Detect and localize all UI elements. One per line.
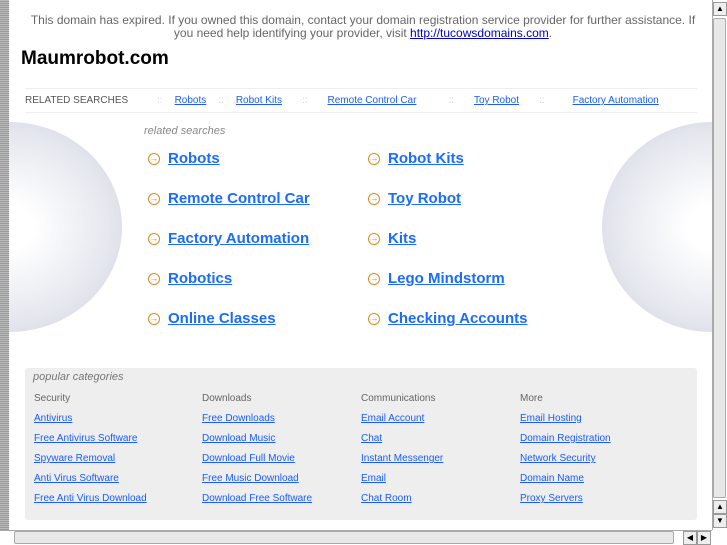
domain-title: Maumrobot.com <box>21 48 169 69</box>
category-link[interactable]: Chat Room <box>361 489 443 509</box>
arrow-icon: → <box>368 272 380 285</box>
category-link[interactable]: Free Music Download <box>202 469 312 489</box>
separator: :: <box>218 95 224 106</box>
bar-link[interactable]: Remote Control Car <box>328 95 417 106</box>
category-link[interactable]: Chat <box>361 429 443 449</box>
category-link[interactable]: Instant Messenger <box>361 449 443 469</box>
category-column: More Email Hosting Domain Registration N… <box>520 389 611 509</box>
related-link[interactable]: Robotics <box>168 270 232 287</box>
related-link[interactable]: Online Classes <box>168 310 276 327</box>
category-link[interactable]: Email Hosting <box>520 409 611 429</box>
related-item[interactable]: → Toy Robot <box>368 190 461 207</box>
bar-link[interactable]: Toy Robot <box>474 95 519 106</box>
category-link[interactable]: Free Antivirus Software <box>34 429 147 449</box>
vertical-scroll-thumb[interactable] <box>713 18 726 498</box>
horizontal-scroll-thumb[interactable] <box>14 531 674 544</box>
scroll-up-icon[interactable]: ▲ <box>713 500 727 514</box>
separator: :: <box>448 95 454 106</box>
category-column: Communications Email Account Chat Instan… <box>361 389 443 509</box>
related-item[interactable]: → Checking Accounts <box>368 310 527 327</box>
arrow-icon: → <box>148 192 160 205</box>
related-bar-label: RELATED SEARCHES <box>25 95 129 106</box>
decorative-circle-left <box>9 122 122 332</box>
category-column: Downloads Free Downloads Download Music … <box>202 389 312 509</box>
related-searches-title: related searches <box>144 125 226 137</box>
related-item[interactable]: → Kits <box>368 230 416 247</box>
decorative-circle-right <box>602 122 712 332</box>
separator: :: <box>157 95 163 106</box>
popular-title: popular categories <box>33 371 124 383</box>
arrow-icon: → <box>148 272 160 285</box>
related-link[interactable]: Toy Robot <box>388 190 461 207</box>
related-item[interactable]: → Remote Control Car <box>148 190 310 207</box>
arrow-icon: → <box>148 312 160 325</box>
arrow-icon: → <box>368 312 380 325</box>
category-link[interactable]: Antivirus <box>34 409 147 429</box>
scroll-right-icon[interactable]: ▶ <box>697 531 711 545</box>
expired-notice: This domain has expired. If you owned th… <box>22 14 704 40</box>
window-edge <box>0 0 9 530</box>
related-link[interactable]: Lego Mindstorm <box>388 270 505 287</box>
column-heading: More <box>520 393 543 404</box>
related-item[interactable]: → Factory Automation <box>148 230 309 247</box>
category-link[interactable]: Download Free Software <box>202 489 312 509</box>
category-link[interactable]: Free Anti Virus Download <box>34 489 147 509</box>
notice-end: . <box>548 26 553 40</box>
related-link[interactable]: Remote Control Car <box>168 190 310 207</box>
related-item[interactable]: → Lego Mindstorm <box>368 270 505 287</box>
scroll-left-icon[interactable]: ◀ <box>683 531 697 545</box>
arrow-icon: → <box>148 152 160 165</box>
arrow-icon: → <box>148 232 160 245</box>
category-link[interactable]: Proxy Servers <box>520 489 611 509</box>
category-link[interactable]: Download Full Movie <box>202 449 312 469</box>
category-column: Security Antivirus Free Antivirus Softwa… <box>34 389 147 509</box>
related-link[interactable]: Kits <box>388 230 416 247</box>
related-link[interactable]: Factory Automation <box>168 230 309 247</box>
popular-categories: popular categories Security Antivirus Fr… <box>25 368 697 520</box>
arrow-icon: → <box>368 232 380 245</box>
related-item[interactable]: → Robotics <box>148 270 232 287</box>
separator: :: <box>539 95 545 106</box>
related-searches-bar: RELATED SEARCHES :: Robots :: Robot Kits :… <box>25 88 697 113</box>
notice-text: This domain has expired. If you owned th… <box>30 13 696 40</box>
bar-link[interactable]: Robot Kits <box>236 95 282 106</box>
column-heading: Downloads <box>202 393 252 404</box>
related-link[interactable]: Checking Accounts <box>388 310 527 327</box>
arrow-icon: → <box>368 152 380 165</box>
related-link[interactable]: Robots <box>168 150 220 167</box>
related-item[interactable]: → Online Classes <box>148 310 276 327</box>
category-link[interactable]: Email Account <box>361 409 443 429</box>
bar-link[interactable]: Robots <box>175 95 207 106</box>
column-heading: Security <box>34 393 71 404</box>
scroll-down-icon[interactable]: ▼ <box>713 514 727 528</box>
related-item[interactable]: → Robot Kits <box>368 150 464 167</box>
related-link[interactable]: Robot Kits <box>388 150 464 167</box>
arrow-icon: → <box>368 192 380 205</box>
category-link[interactable]: Email <box>361 469 443 489</box>
bar-link[interactable]: Factory Automation <box>573 95 659 106</box>
category-link[interactable]: Download Music <box>202 429 312 449</box>
column-heading: Communications <box>361 393 436 404</box>
scroll-up-icon[interactable]: ▲ <box>713 2 727 16</box>
related-item[interactable]: → Robots <box>148 150 220 167</box>
category-link[interactable]: Domain Registration <box>520 429 611 449</box>
category-link[interactable]: Domain Name <box>520 469 611 489</box>
category-link[interactable]: Network Security <box>520 449 611 469</box>
separator: :: <box>301 95 308 106</box>
tucows-link[interactable]: http://tucowsdomains.com <box>410 26 549 40</box>
category-link[interactable]: Anti Virus Software <box>34 469 147 489</box>
category-link[interactable]: Spyware Removal <box>34 449 147 469</box>
category-link[interactable]: Free Downloads <box>202 409 312 429</box>
